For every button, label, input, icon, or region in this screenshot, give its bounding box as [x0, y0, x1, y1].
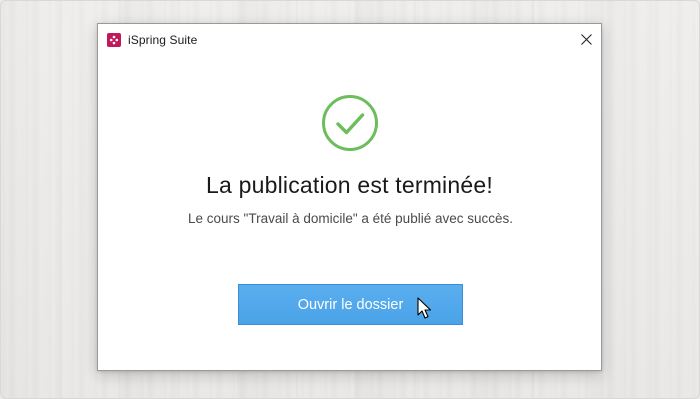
- open-folder-button[interactable]: Ouvrir le dossier: [238, 284, 463, 325]
- completion-heading: La publication est terminée!: [206, 172, 493, 198]
- close-button[interactable]: [571, 24, 601, 55]
- title-bar: iSpring Suite: [98, 24, 601, 55]
- checkmark-circle-icon: [322, 95, 378, 151]
- open-folder-button-label: Ouvrir le dossier: [297, 296, 404, 313]
- publish-complete-dialog: iSpring Suite La publication est terminé…: [97, 23, 602, 371]
- close-icon: [580, 34, 592, 45]
- window-title: iSpring Suite: [128, 32, 198, 47]
- ispring-icon: [107, 33, 121, 47]
- completion-message: Le cours "Travail à domicile" a été publ…: [188, 211, 513, 226]
